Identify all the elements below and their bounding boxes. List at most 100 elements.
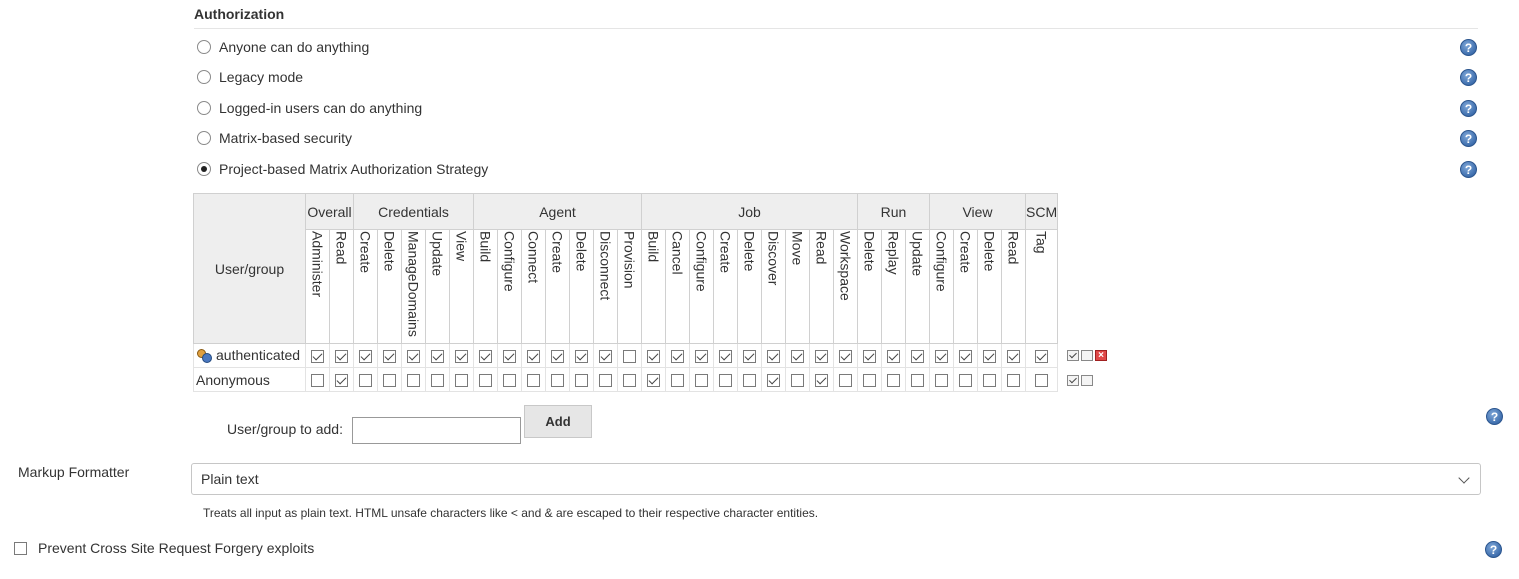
permission-checkbox[interactable] (1035, 350, 1049, 364)
permission-cell (785, 343, 810, 368)
permission-checkbox[interactable] (671, 374, 684, 388)
permission-checkbox[interactable] (935, 374, 948, 388)
permission-checkbox[interactable] (767, 374, 780, 388)
permission-checkbox[interactable] (767, 350, 780, 364)
markup-formatter-select[interactable]: Plain text (191, 463, 1481, 495)
permission-checkbox[interactable] (887, 350, 900, 364)
permission-checkbox[interactable] (911, 350, 924, 364)
help-icon[interactable]: ? (1460, 161, 1477, 178)
permission-checkbox[interactable] (527, 374, 540, 388)
permission-checkbox[interactable] (911, 374, 924, 388)
permission-checkbox[interactable] (359, 374, 372, 388)
permission-header: Delete (573, 231, 590, 272)
permission-checkbox[interactable] (599, 374, 612, 388)
permission-checkbox[interactable] (383, 350, 396, 364)
permission-checkbox[interactable] (311, 350, 324, 364)
permission-checkbox[interactable] (335, 374, 348, 388)
permission-header: Disconnect (597, 231, 614, 301)
permission-checkbox[interactable] (743, 350, 756, 364)
permission-checkbox[interactable] (671, 350, 684, 364)
permission-checkbox[interactable] (455, 350, 468, 364)
permission-checkbox[interactable] (839, 374, 852, 388)
permission-checkbox[interactable] (863, 350, 876, 364)
select-all-icon[interactable] (1067, 350, 1079, 361)
permission-checkbox[interactable] (839, 350, 852, 364)
help-icon[interactable]: ? (1486, 408, 1503, 425)
permission-checkbox[interactable] (407, 350, 420, 364)
permission-checkbox[interactable] (575, 374, 588, 388)
auth-option-3[interactable]: Logged-in users can do anything (197, 98, 422, 118)
permission-checkbox[interactable] (719, 350, 732, 364)
permission-checkbox[interactable] (1035, 374, 1049, 388)
permission-checkbox[interactable] (983, 374, 996, 388)
permission-checkbox[interactable] (551, 374, 564, 388)
permission-checkbox[interactable] (455, 374, 468, 388)
permission-column-header: ManageDomains (401, 229, 426, 344)
permission-checkbox[interactable] (791, 374, 804, 388)
permission-checkbox[interactable] (863, 374, 876, 388)
permission-checkbox[interactable] (887, 374, 900, 388)
help-icon[interactable]: ? (1460, 69, 1477, 86)
permission-checkbox[interactable] (959, 350, 972, 364)
permission-checkbox[interactable] (743, 374, 756, 388)
permission-checkbox[interactable] (647, 374, 660, 388)
permission-checkbox[interactable] (335, 350, 348, 364)
permission-checkbox[interactable] (599, 350, 612, 364)
permission-checkbox[interactable] (431, 350, 444, 364)
permission-cell (929, 343, 954, 368)
permission-column-header: Move (785, 229, 810, 344)
permission-checkbox[interactable] (647, 350, 660, 364)
permission-checkbox[interactable] (815, 374, 828, 388)
permission-checkbox[interactable] (503, 350, 516, 364)
remove-icon[interactable]: × (1095, 350, 1107, 361)
permission-checkbox[interactable] (527, 350, 540, 364)
permission-checkbox[interactable] (311, 374, 324, 388)
help-icon[interactable]: ? (1460, 100, 1477, 117)
auth-option-radio[interactable] (197, 101, 211, 115)
permission-checkbox[interactable] (959, 374, 972, 388)
auth-option-radio[interactable] (197, 131, 211, 145)
permission-checkbox[interactable] (791, 350, 804, 364)
csrf-option[interactable]: Prevent Cross Site Request Forgery explo… (14, 540, 314, 556)
permission-checkbox[interactable] (935, 350, 948, 364)
permission-checkbox[interactable] (1007, 374, 1020, 388)
auth-option-2[interactable]: Legacy mode (197, 67, 303, 87)
permission-checkbox[interactable] (815, 350, 828, 364)
permission-checkbox[interactable] (695, 374, 708, 388)
permission-checkbox[interactable] (479, 374, 492, 388)
permission-cell (569, 367, 594, 392)
permission-cell (761, 343, 786, 368)
permission-checkbox[interactable] (1007, 350, 1020, 364)
auth-option-radio[interactable] (197, 70, 211, 84)
auth-option-1[interactable]: Anyone can do anything (197, 37, 369, 57)
permission-checkbox[interactable] (479, 350, 492, 364)
auth-option-4[interactable]: Matrix-based security (197, 128, 352, 148)
help-icon[interactable]: ? (1460, 130, 1477, 147)
permission-checkbox[interactable] (575, 350, 588, 364)
permission-checkbox[interactable] (719, 374, 732, 388)
permission-checkbox[interactable] (503, 374, 516, 388)
add-user-button[interactable]: Add (524, 405, 592, 438)
permission-checkbox[interactable] (623, 374, 636, 388)
markup-formatter-value: Plain text (201, 471, 259, 487)
permission-checkbox[interactable] (383, 374, 396, 388)
permission-checkbox[interactable] (407, 374, 420, 388)
permission-checkbox[interactable] (551, 350, 564, 364)
permission-checkbox[interactable] (983, 350, 996, 364)
auth-option-5[interactable]: Project-based Matrix Authorization Strat… (197, 159, 488, 179)
unselect-all-icon[interactable] (1081, 350, 1093, 361)
permission-checkbox[interactable] (431, 374, 444, 388)
select-all-icon[interactable] (1067, 375, 1079, 386)
help-icon[interactable]: ? (1460, 39, 1477, 56)
help-icon[interactable]: ? (1485, 541, 1502, 558)
csrf-checkbox[interactable] (14, 541, 27, 555)
permission-header: Update (429, 231, 446, 277)
permission-checkbox[interactable] (359, 350, 372, 364)
unselect-all-icon[interactable] (1081, 375, 1093, 386)
auth-option-radio[interactable] (197, 162, 211, 176)
permission-checkbox[interactable] (695, 350, 708, 364)
auth-option-radio[interactable] (197, 40, 211, 54)
permission-cell (881, 343, 906, 368)
add-user-input[interactable] (352, 417, 521, 444)
permission-checkbox[interactable] (623, 350, 636, 364)
